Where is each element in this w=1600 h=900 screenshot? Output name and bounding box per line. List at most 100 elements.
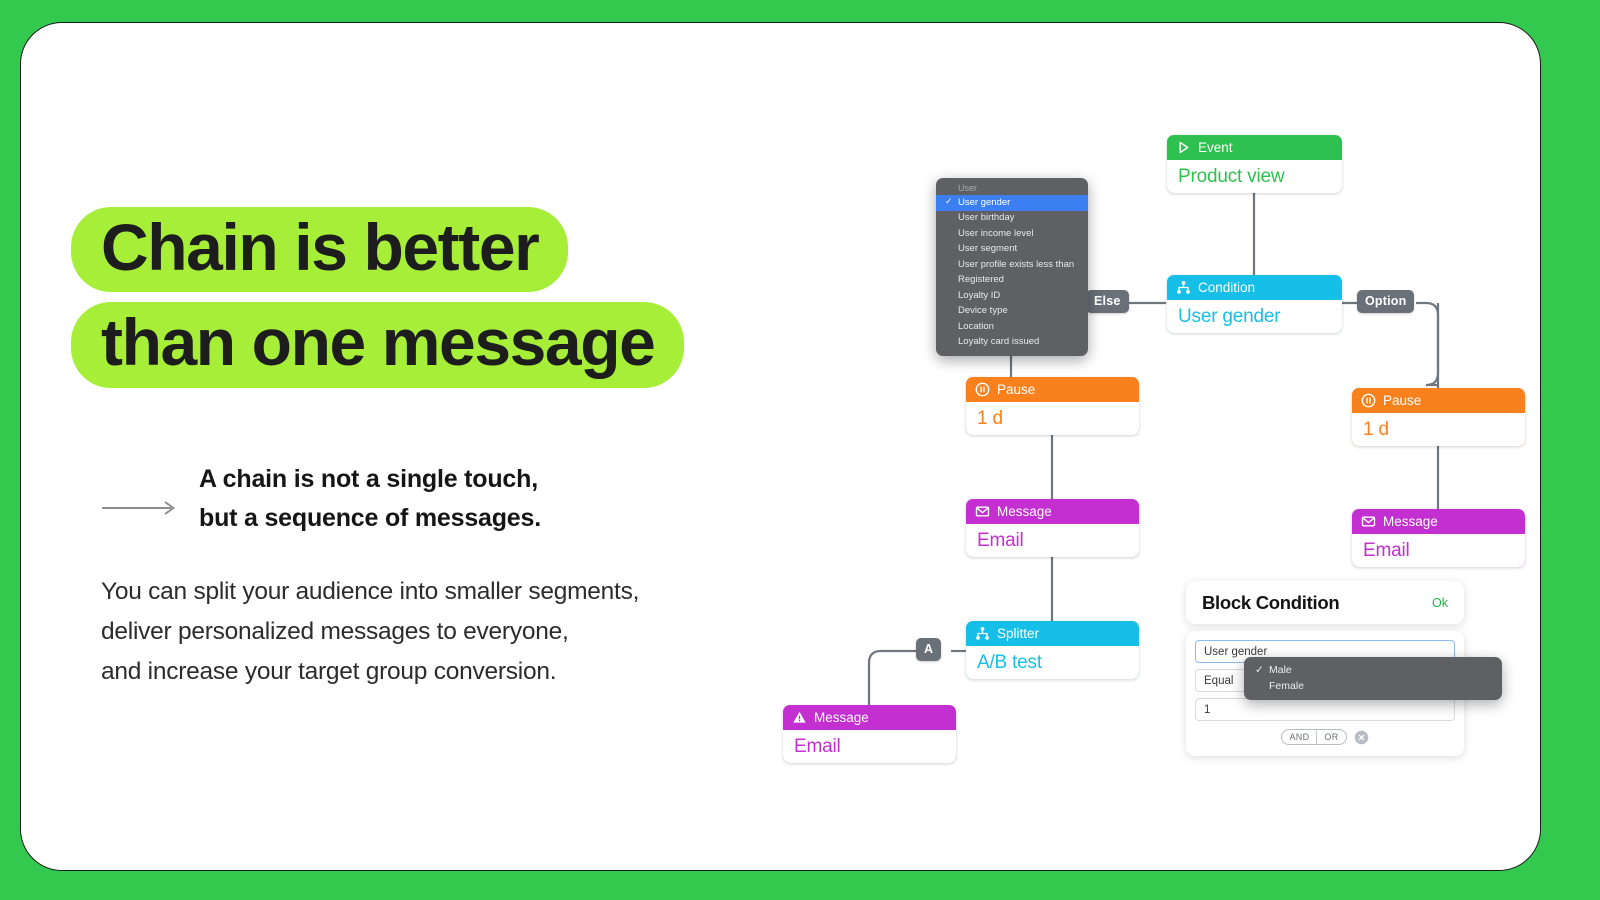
branch-hierarchy-icon <box>976 626 989 640</box>
dropdown-option-loyalty-card-issued[interactable]: Loyalty card issued <box>936 335 1088 351</box>
warning-triangle-icon <box>793 711 806 723</box>
copy-column: Chain is better than one message A chain… <box>21 23 811 870</box>
dropdown-option-user-segment[interactable]: User segment <box>936 242 1088 258</box>
headline-line-2: than one message <box>71 302 685 388</box>
node-header: Condition <box>1167 275 1342 300</box>
node-header: Pause <box>966 377 1139 402</box>
node-value[interactable]: Email <box>1352 534 1525 567</box>
body-line-2: deliver personalized messages to everyon… <box>101 617 569 645</box>
node-value[interactable]: Email <box>966 524 1139 557</box>
branch-hierarchy-icon <box>1177 280 1190 294</box>
pause-circle-icon <box>1361 393 1376 408</box>
play-triangle-icon <box>1179 141 1189 154</box>
option-label: Male <box>1269 664 1292 676</box>
operator-select-value: Equal <box>1204 674 1234 687</box>
circle-x-icon[interactable] <box>1354 730 1369 745</box>
node-value[interactable]: User gender <box>1167 300 1342 333</box>
block-condition-panel[interactable]: Block Condition Ok User gender Equal 1 A… <box>1186 581 1502 756</box>
dropdown-option-user-income-level[interactable]: User income level <box>936 226 1088 242</box>
option-label: User profile exists less than <box>958 258 1075 270</box>
subheadline-line-2: but a sequence of messages. <box>199 504 541 532</box>
amount-input-value: 1 <box>1204 703 1211 716</box>
option-label: User income level <box>958 227 1034 239</box>
node-header: Message <box>783 705 956 730</box>
node-type-label: Condition <box>1198 280 1256 295</box>
attribute-select-value: User gender <box>1204 645 1268 658</box>
gender-dropdown-popup[interactable]: ✓ Male Female <box>1244 657 1502 700</box>
node-header: Splitter <box>966 621 1139 646</box>
node-value[interactable]: 1 d <box>1352 413 1525 446</box>
dropdown-option-user-profile-exists[interactable]: User profile exists less than <box>936 257 1088 273</box>
subheadline: A chain is not a single touch, but a seq… <box>199 460 719 538</box>
gender-option-female[interactable]: Female <box>1244 678 1502 694</box>
envelope-icon <box>1361 516 1376 527</box>
branch-badge-a[interactable]: A <box>916 638 942 661</box>
option-label: Registered <box>958 274 1004 286</box>
pause-circle-icon <box>975 382 990 397</box>
option-label: Loyalty card issued <box>958 336 1040 348</box>
option-label: Female <box>1269 680 1305 692</box>
body-paragraph: You can split your audience into smaller… <box>101 572 781 692</box>
node-type-label: Event <box>1198 140 1233 155</box>
logic-operator-row: AND OR <box>1195 729 1455 745</box>
node-type-label: Pause <box>997 382 1036 397</box>
dropdown-option-registered[interactable]: Registered <box>936 273 1088 289</box>
attribute-dropdown-popup[interactable]: User ✓ User gender User birthday User in… <box>936 178 1088 357</box>
gender-option-male[interactable]: ✓ Male <box>1244 662 1502 678</box>
dropdown-option-loyalty-id[interactable]: Loyalty ID <box>936 288 1088 304</box>
node-type-label: Message <box>814 710 869 725</box>
node-header: Message <box>966 499 1139 524</box>
long-right-arrow-icon <box>102 501 176 515</box>
option-label: Device type <box>958 305 1008 317</box>
headline: Chain is better than one message <box>71 207 811 388</box>
node-value[interactable]: Email <box>783 730 956 763</box>
option-label: Location <box>958 320 994 332</box>
node-value[interactable]: 1 d <box>966 402 1139 435</box>
body-line-1: You can split your audience into smaller… <box>101 578 640 605</box>
headline-line-1: Chain is better <box>71 207 569 293</box>
check-icon: ✓ <box>1255 664 1264 676</box>
node-type-label: Message <box>1383 514 1438 529</box>
option-label: User birthday <box>958 212 1015 224</box>
branch-badge-else[interactable]: Else <box>1086 290 1129 313</box>
dropdown-option-location[interactable]: Location <box>936 319 1088 335</box>
subheadline-line-1: A chain is not a single touch, <box>199 465 538 493</box>
node-header: Pause <box>1352 388 1525 413</box>
logic-and-option[interactable]: AND <box>1282 730 1316 744</box>
dropdown-option-user-gender[interactable]: ✓ User gender <box>936 195 1088 211</box>
envelope-icon <box>975 506 990 517</box>
block-condition-header: Block Condition Ok <box>1186 581 1464 624</box>
and-or-toggle[interactable]: AND OR <box>1281 729 1347 745</box>
node-header: Event <box>1167 135 1342 160</box>
node-header: Message <box>1352 509 1525 534</box>
node-type-label: Pause <box>1383 393 1422 408</box>
amount-input[interactable]: 1 <box>1195 698 1455 721</box>
node-value[interactable]: Product view <box>1167 160 1342 193</box>
logic-or-option[interactable]: OR <box>1316 730 1345 744</box>
dropdown-group-label: User <box>958 183 978 193</box>
flow-node-message-left[interactable]: Message Email <box>966 499 1139 557</box>
dropdown-option-user-birthday[interactable]: User birthday <box>936 211 1088 227</box>
flow-node-message-right[interactable]: Message Email <box>1352 509 1525 567</box>
block-condition-body: User gender Equal 1 AND OR ✓ Male Female <box>1186 631 1502 756</box>
panel-title: Block Condition <box>1202 591 1340 613</box>
flow-node-condition[interactable]: Condition User gender <box>1167 275 1342 333</box>
flow-node-splitter[interactable]: Splitter A/B test <box>966 621 1139 679</box>
flow-node-event[interactable]: Event Product view <box>1167 135 1342 193</box>
flow-canvas[interactable]: Event Product view Condition User gender… <box>761 103 1540 843</box>
node-type-label: Message <box>997 504 1052 519</box>
node-value[interactable]: A/B test <box>966 646 1139 679</box>
node-type-label: Splitter <box>997 626 1040 641</box>
option-label: User gender <box>958 196 1011 208</box>
branch-badge-option[interactable]: Option <box>1357 290 1415 313</box>
option-label: Loyalty ID <box>958 289 1001 301</box>
option-label: User segment <box>958 243 1018 255</box>
ok-button[interactable]: Ok <box>1432 596 1448 610</box>
flow-node-pause-right[interactable]: Pause 1 d <box>1352 388 1525 446</box>
flow-node-pause-left[interactable]: Pause 1 d <box>966 377 1139 435</box>
dropdown-option-device-type[interactable]: Device type <box>936 304 1088 320</box>
body-line-3: and increase your target group conversio… <box>101 657 557 685</box>
check-icon: ✓ <box>945 196 953 206</box>
flow-node-message-bottom[interactable]: Message Email <box>783 705 956 763</box>
slide-card: Chain is better than one message A chain… <box>20 22 1541 871</box>
